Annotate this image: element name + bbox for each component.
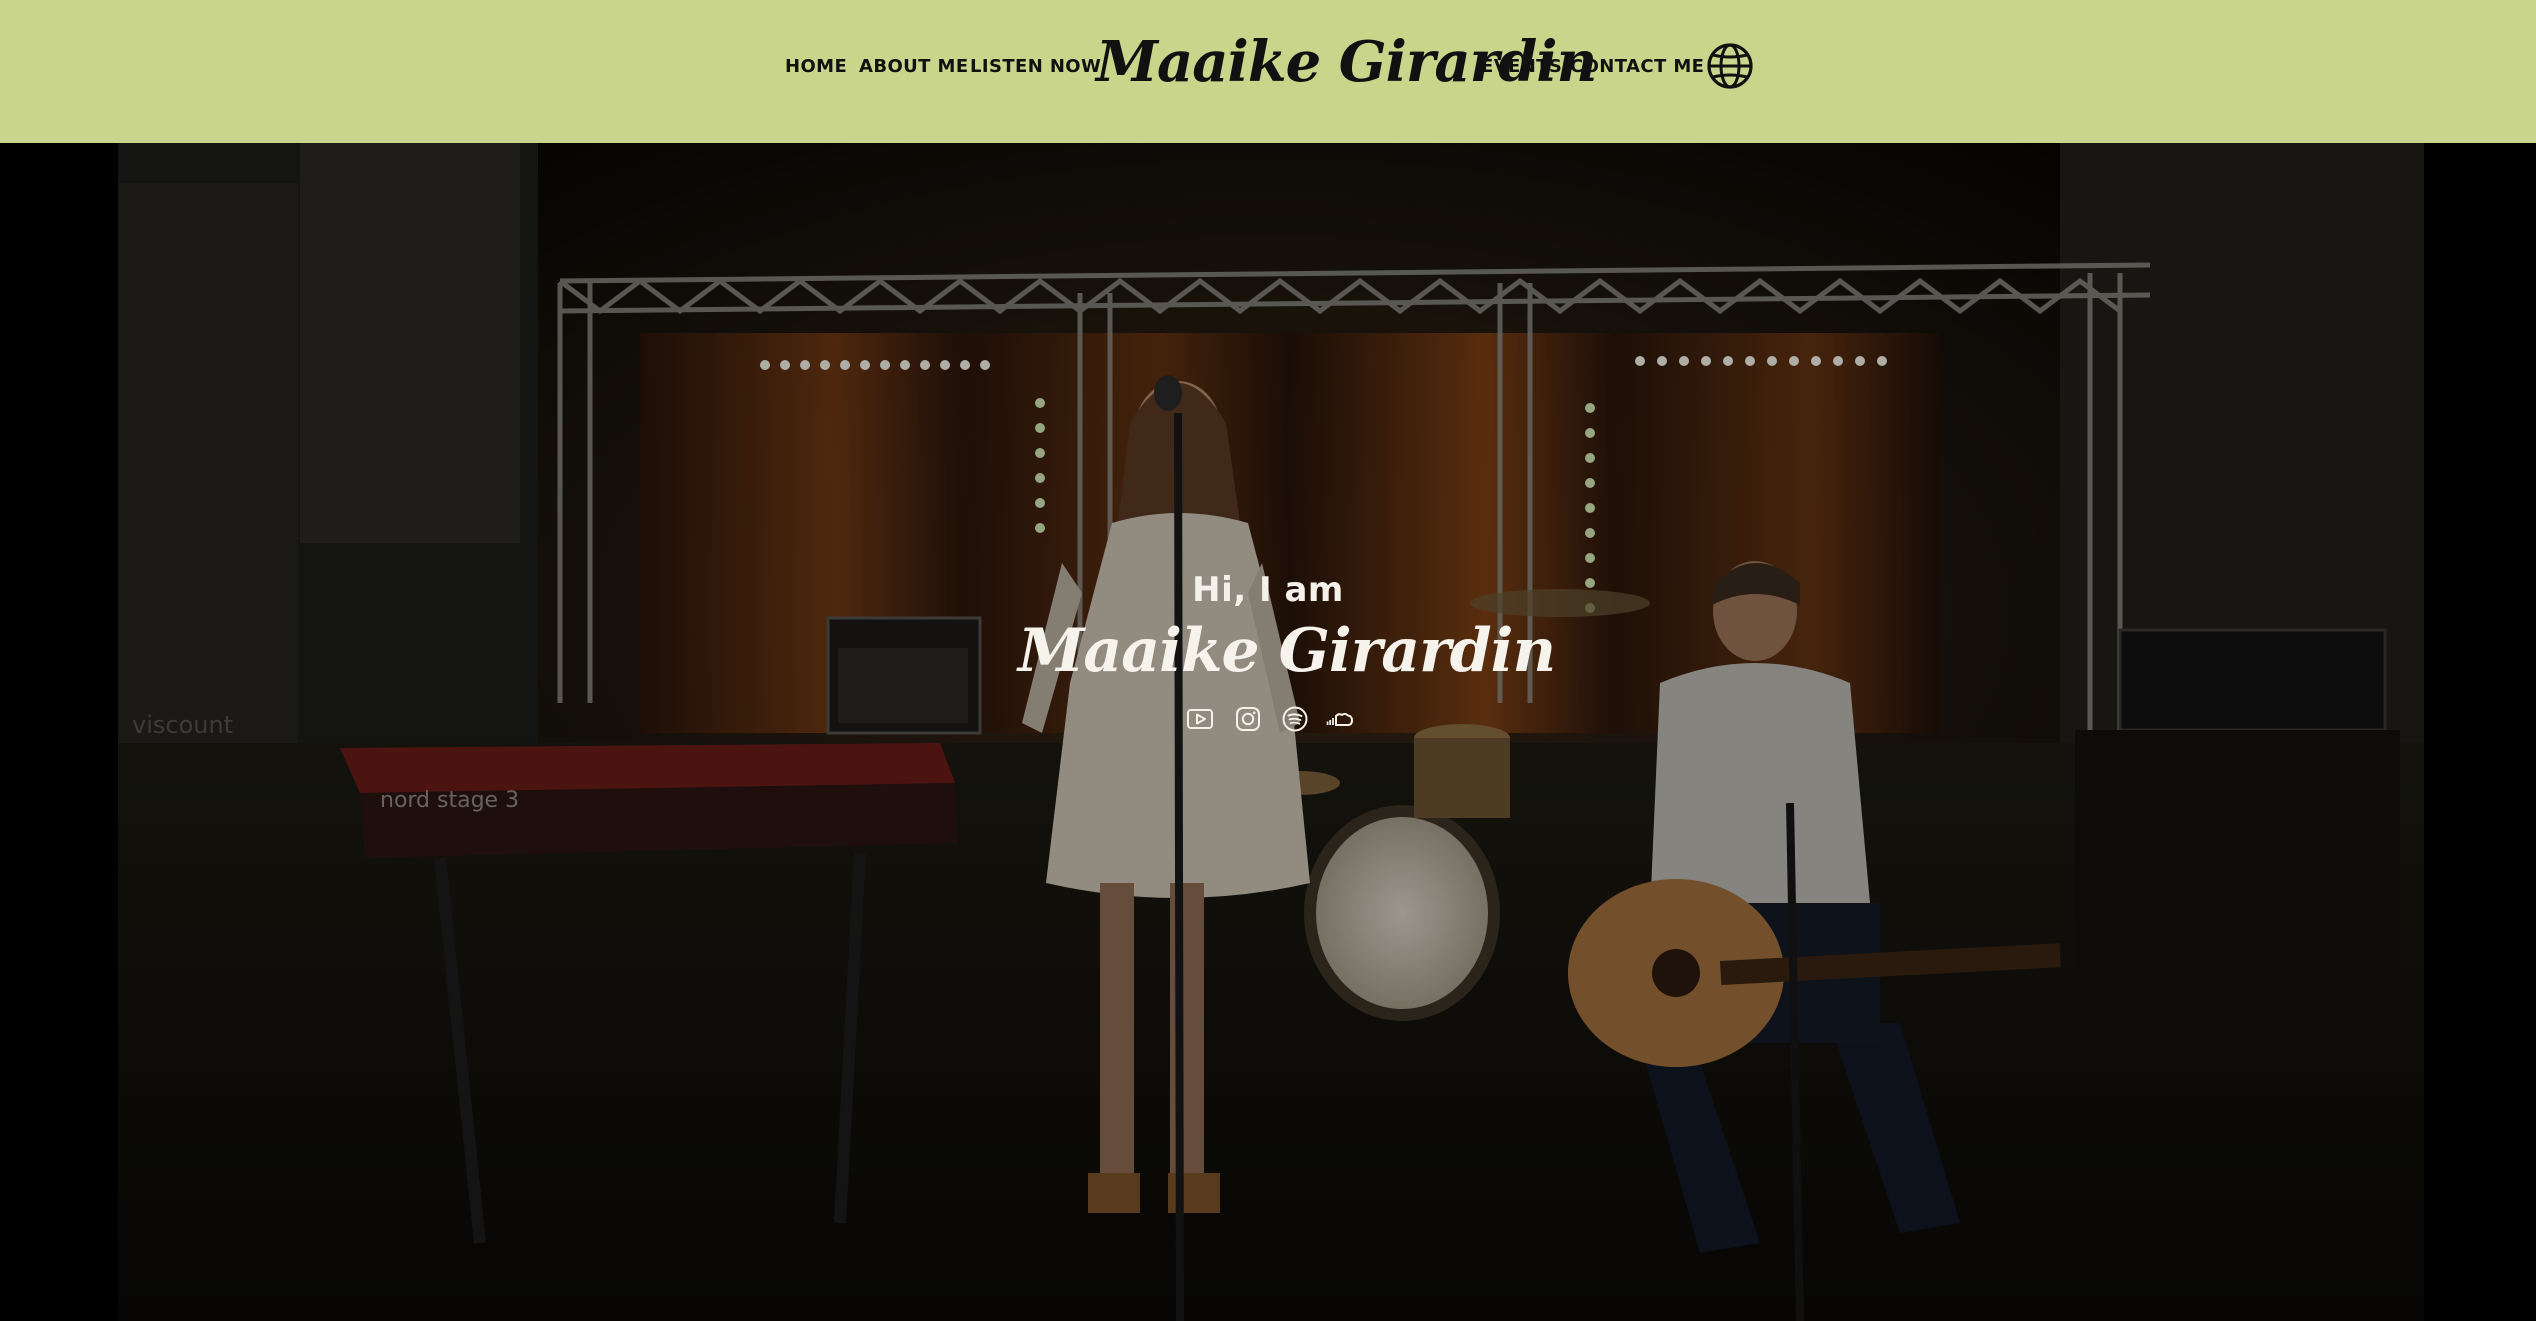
nav-events-link[interactable]: EVENTS <box>1481 56 1562 78</box>
soundcloud-icon[interactable] <box>1326 705 1354 733</box>
social-links <box>1186 705 1356 735</box>
nav-contact-me-link[interactable]: CONTACT ME <box>1570 56 1704 78</box>
nav-home-link[interactable]: HOME <box>785 56 847 78</box>
youtube-icon[interactable] <box>1186 705 1214 733</box>
spotify-icon[interactable] <box>1281 705 1309 733</box>
site-logo-title[interactable]: Maaike Girardin <box>1096 24 1597 100</box>
nav-listen-now-link[interactable]: LISTEN NOW <box>970 56 1101 78</box>
globe-icon[interactable] <box>1706 42 1754 90</box>
hero-section: nord stage 3 viscount Hi, I am Maaike Gi… <box>0 143 2536 1321</box>
hero-greeting: Hi, I am <box>1192 570 1344 610</box>
nav-about-me-link[interactable]: ABOUT ME <box>859 56 969 78</box>
hero-name-title: Maaike Girardin <box>1018 616 1556 686</box>
instagram-icon[interactable] <box>1234 705 1262 733</box>
page: HOME ABOUT ME LISTEN NOW Maaike Girardin… <box>0 0 2536 1321</box>
site-header: HOME ABOUT ME LISTEN NOW Maaike Girardin… <box>0 0 2536 143</box>
